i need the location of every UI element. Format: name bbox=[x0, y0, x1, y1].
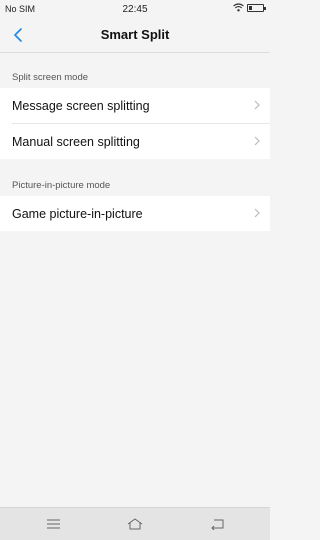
list-item-label: Manual screen splitting bbox=[12, 134, 140, 149]
clock: 22:45 bbox=[122, 4, 148, 15]
back-icon bbox=[210, 519, 223, 530]
chevron-right-icon bbox=[254, 100, 260, 110]
section-header-split-screen: Split screen mode bbox=[12, 72, 89, 83]
home-button[interactable] bbox=[127, 516, 143, 532]
back-nav-button[interactable] bbox=[209, 516, 225, 532]
list-item-game-picture-in-picture[interactable]: Game picture-in-picture bbox=[0, 196, 270, 231]
title-bar: Smart Split bbox=[0, 18, 270, 53]
list-item-manual-screen-splitting[interactable]: Manual screen splitting bbox=[0, 124, 270, 159]
battery-icon bbox=[247, 3, 266, 12]
status-bar: No SIM 22:45 bbox=[0, 0, 270, 18]
list-item-label: Message screen splitting bbox=[12, 98, 150, 113]
menu-icon bbox=[46, 519, 60, 529]
section-header-picture-in-picture: Picture-in-picture mode bbox=[12, 180, 111, 191]
list-item-label: Game picture-in-picture bbox=[12, 206, 143, 221]
list-item-message-screen-splitting[interactable]: Message screen splitting bbox=[0, 88, 270, 123]
split-screen-list: Message screen splitting Manual screen s… bbox=[0, 88, 270, 159]
navigation-bar bbox=[0, 507, 270, 540]
home-icon bbox=[127, 518, 143, 530]
menu-button[interactable] bbox=[45, 516, 61, 532]
status-icons bbox=[233, 3, 266, 12]
chevron-right-icon bbox=[254, 208, 260, 218]
wifi-icon bbox=[233, 3, 244, 12]
page-title: Smart Split bbox=[100, 27, 170, 42]
picture-in-picture-list: Game picture-in-picture bbox=[0, 196, 270, 231]
chevron-right-icon bbox=[254, 136, 260, 146]
